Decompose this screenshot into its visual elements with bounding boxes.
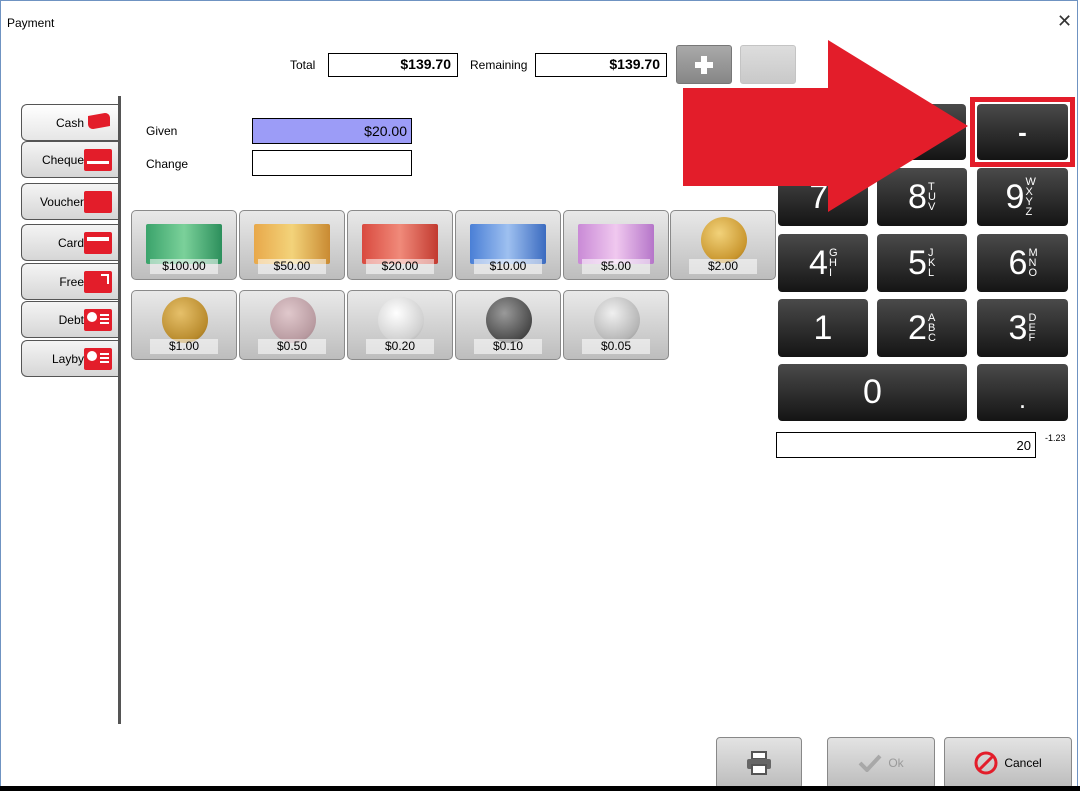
coin-1-image (162, 297, 208, 343)
tab-card[interactable]: Card (21, 224, 118, 261)
denom-1-button[interactable]: $1.00 (131, 290, 237, 360)
note-10-image (470, 224, 546, 264)
cash-flag-icon (84, 112, 112, 134)
denom-005-button[interactable]: $0.05 (563, 290, 669, 360)
denom-label: $0.50 (276, 339, 308, 353)
tab-cheque-label: Cheque (41, 152, 84, 167)
tab-cash-label: Cash (55, 115, 84, 130)
key-digit: 6 (1008, 243, 1028, 282)
denom-050-button[interactable]: $0.50 (239, 290, 345, 360)
total-field: $139.70 (328, 53, 458, 77)
keypad-dot-key[interactable]: . (977, 364, 1068, 421)
tab-divider (118, 96, 121, 724)
keypad-key-2[interactable]: 2 ABC (877, 299, 967, 357)
keypad-key-0[interactable]: 0 (778, 364, 967, 421)
denom-label: $5.00 (600, 259, 632, 273)
card-icon (84, 231, 112, 254)
printer-icon (747, 751, 771, 775)
key-digit: 9 (1005, 177, 1025, 216)
given-label: Given (146, 124, 178, 138)
cancel-icon (974, 751, 998, 775)
tab-free-label: Free (59, 274, 84, 289)
given-input[interactable]: $20.00 (252, 118, 412, 144)
note-5-image (578, 224, 654, 264)
taskbar-edge (0, 786, 1080, 791)
tab-card-label: Card (57, 235, 84, 250)
remaining-field: $139.70 (535, 53, 667, 77)
key-letters: WXYZ (1025, 176, 1036, 218)
denom-label: $0.10 (492, 339, 524, 353)
tab-voucher-label: Voucher (39, 194, 84, 209)
ok-label: Ok (888, 756, 904, 770)
checkmark-icon (858, 754, 882, 772)
denom-label: $2.00 (707, 259, 739, 273)
cancel-button[interactable]: Cancel (944, 737, 1072, 789)
voucher-icon (84, 190, 112, 213)
minus-key-highlight (970, 97, 1075, 167)
tab-debt[interactable]: Debt (21, 301, 118, 338)
red-arrow-icon (683, 40, 968, 212)
free-icon (84, 270, 112, 293)
change-label: Change (146, 157, 189, 171)
denom-020-button[interactable]: $0.20 (347, 290, 453, 360)
denom-label: $1.00 (168, 339, 200, 353)
key-digit: 3 (1008, 308, 1028, 347)
denom-label: $100.00 (162, 259, 206, 273)
tab-layby-label: Layby (51, 351, 84, 366)
keypad-key-3[interactable]: 3 DEF (977, 299, 1068, 357)
layby-person-icon (84, 347, 112, 370)
tab-debt-label: Debt (58, 312, 84, 327)
denom-100-button[interactable]: $100.00 (131, 210, 237, 280)
denom-label: $0.20 (384, 339, 416, 353)
denom-label: $20.00 (381, 259, 419, 273)
window-title: Payment (7, 16, 55, 30)
tab-cheque[interactable]: Cheque (21, 141, 118, 178)
tab-layby[interactable]: Layby (21, 340, 118, 377)
tab-free[interactable]: Free (21, 263, 118, 300)
keypad-key-1[interactable]: 1 (778, 299, 868, 357)
note-100-image (146, 224, 222, 264)
denom-50-button[interactable]: $50.00 (239, 210, 345, 280)
keypad-key-9[interactable]: 9 WXYZ (977, 168, 1068, 226)
print-button[interactable] (716, 737, 802, 789)
tab-voucher[interactable]: Voucher (21, 183, 118, 220)
coin-010-image (486, 297, 532, 343)
note-20-image (362, 224, 438, 264)
cancel-label: Cancel (1004, 756, 1042, 770)
tab-cash[interactable]: Cash (21, 104, 118, 141)
change-field (252, 150, 412, 176)
ok-button[interactable]: Ok (827, 737, 935, 789)
key-digit: 2 (908, 308, 927, 347)
denom-label: $10.00 (489, 259, 527, 273)
denom-20-button[interactable]: $20.00 (347, 210, 453, 280)
denom-label: $0.05 (600, 339, 632, 353)
key-letters: DEF (1028, 312, 1037, 344)
keypad-display[interactable]: 20 (776, 432, 1036, 458)
note-50-image (254, 224, 330, 264)
keypad-key-6[interactable]: 6 MNO (977, 234, 1068, 292)
denom-5-button[interactable]: $5.00 (563, 210, 669, 280)
remaining-label: Remaining (470, 58, 528, 72)
denom-10-button[interactable]: $10.00 (455, 210, 561, 280)
cheque-icon (84, 148, 112, 171)
denom-label: $50.00 (273, 259, 311, 273)
key-letters: ABC (927, 312, 936, 344)
coin-020-image (378, 297, 424, 343)
total-label: Total (290, 58, 316, 72)
key-letters: MNO (1028, 247, 1038, 279)
denom-010-button[interactable]: $0.10 (455, 290, 561, 360)
coin-005-image (594, 297, 640, 343)
debt-person-icon (84, 308, 112, 331)
coin-050-image (270, 297, 316, 343)
keypad-display-hint: -1.23 (1045, 433, 1066, 443)
close-button[interactable]: ✕ (1057, 12, 1072, 30)
